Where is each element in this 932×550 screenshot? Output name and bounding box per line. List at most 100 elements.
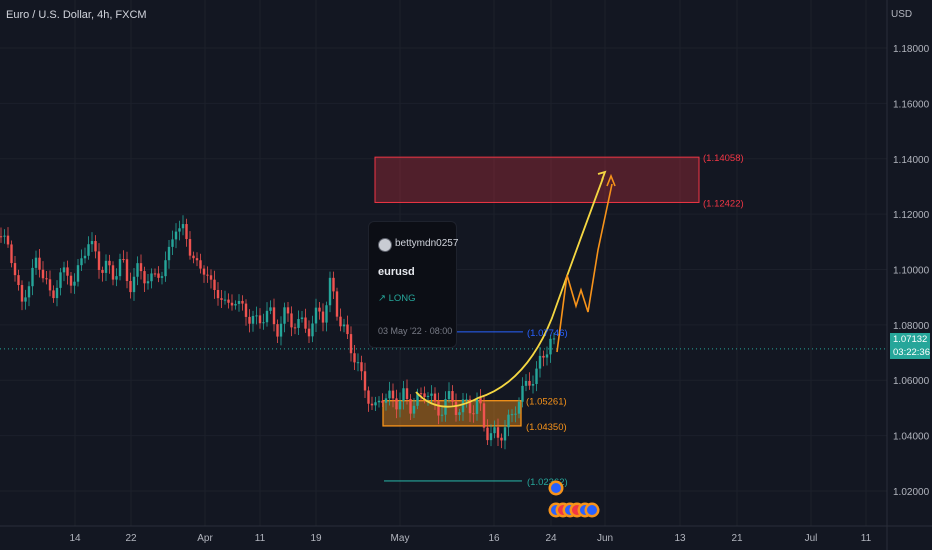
symbol-title[interactable]: Euro / U.S. Dollar, 4h, FXCM: [6, 9, 147, 21]
candle-body: [493, 427, 496, 434]
candle-body: [290, 313, 293, 328]
candle-body: [227, 299, 230, 303]
candle-body: [258, 315, 262, 324]
time-tick-label: 24: [545, 533, 557, 544]
time-tick-label: 14: [69, 533, 81, 544]
candle-body: [0, 236, 3, 238]
last-price-label: 1.07132: [890, 333, 930, 346]
idea-date: 03 May '22 · 08:00: [378, 326, 453, 336]
candle-body: [20, 285, 24, 302]
idea-card[interactable]: bettymdn0257 eurusd ↗ LONG 03 May '22 · …: [368, 221, 458, 348]
candle-body: [34, 257, 38, 268]
time-tick-label: Jun: [597, 533, 613, 544]
author-avatar[interactable]: [378, 238, 392, 252]
candle-body: [213, 279, 216, 291]
candle-body: [332, 277, 335, 292]
candle-body: [363, 371, 367, 391]
candle-body: [55, 287, 59, 299]
candle-body: [132, 276, 136, 293]
candle-body: [297, 319, 300, 328]
candle-body: [76, 265, 80, 282]
event-flag-icon: [587, 505, 597, 515]
candle-body: [538, 355, 542, 369]
candle-body: [482, 403, 486, 428]
price-tick-label: 1.02000: [893, 487, 930, 498]
candle-body: [300, 317, 304, 320]
candle-body: [437, 401, 440, 416]
candle-body: [216, 290, 220, 299]
candle-body: [45, 278, 48, 280]
candle-body: [426, 395, 430, 397]
level-label: (1.12422): [703, 198, 744, 209]
candle-body: [349, 334, 353, 354]
level-label: (1.05261): [526, 397, 567, 408]
level-label: (1.07746): [527, 328, 568, 339]
candle-body: [314, 307, 318, 324]
candle-body: [139, 263, 143, 272]
candle-body: [321, 311, 325, 323]
candle-body: [458, 412, 461, 415]
candle-body: [545, 354, 549, 358]
candle-body: [433, 393, 437, 402]
author-name[interactable]: bettymdn0257: [395, 238, 458, 249]
candle-body: [304, 317, 307, 329]
chart-canvas[interactable]: 1.18000 1.16000 1.14000 1.12000 1.10000 1.080…: [0, 0, 932, 550]
candle-body: [507, 414, 510, 428]
candle-body: [101, 269, 104, 273]
candle-body: [447, 391, 451, 400]
candle-body: [510, 414, 514, 416]
candle-body: [122, 259, 125, 261]
candle-body: [83, 255, 87, 259]
candle-body: [66, 267, 69, 276]
currency-label: USD: [891, 9, 913, 20]
candle-body: [412, 405, 416, 414]
candle-body: [143, 271, 146, 284]
candle-body: [192, 255, 195, 259]
candle-body: [27, 286, 31, 298]
candle-body: [423, 393, 426, 397]
time-tick-label: Apr: [197, 533, 213, 544]
candle-body: [265, 310, 269, 323]
candle-body: [171, 239, 174, 247]
time-tick-label: Jul: [805, 533, 818, 544]
candle-body: [202, 268, 206, 275]
candle-body: [342, 324, 346, 327]
candle-body: [328, 277, 332, 306]
candle-body: [41, 269, 45, 279]
candle-body: [150, 273, 153, 282]
candle-body: [104, 260, 108, 273]
candle-body: [87, 244, 90, 256]
candle-body: [465, 399, 468, 401]
candle-body: [409, 399, 412, 414]
idea-direction: ↗ LONG: [378, 293, 416, 304]
level-label: (1.14058): [703, 153, 744, 164]
candle-body: [377, 400, 381, 403]
candle-body: [62, 267, 66, 273]
price-scale-bg[interactable]: [887, 0, 932, 526]
candle-body: [381, 400, 384, 403]
candle-body: [472, 413, 475, 415]
candle-body: [115, 276, 118, 280]
time-tick-label: 13: [674, 533, 686, 544]
candle-body: [367, 390, 370, 404]
candle-body: [111, 265, 115, 280]
candle-body: [535, 368, 538, 384]
economic-events[interactable]: [548, 480, 600, 518]
candle-body: [489, 433, 493, 441]
price-tick-label: 1.14000: [893, 155, 930, 166]
candle-body: [118, 259, 122, 277]
candle-body: [244, 303, 248, 317]
candle-body: [125, 259, 129, 282]
candle-body: [286, 307, 290, 314]
candle-body: [398, 401, 402, 410]
candle-body: [461, 399, 465, 413]
candle-body: [129, 281, 132, 293]
candle-body: [528, 380, 531, 386]
candle-body: [241, 300, 244, 304]
candle-body: [335, 291, 339, 317]
candle-body: [13, 263, 17, 276]
candle-body: [269, 307, 272, 311]
candle-body: [136, 263, 139, 277]
candle-body: [146, 281, 150, 284]
candle-body: [503, 427, 507, 441]
